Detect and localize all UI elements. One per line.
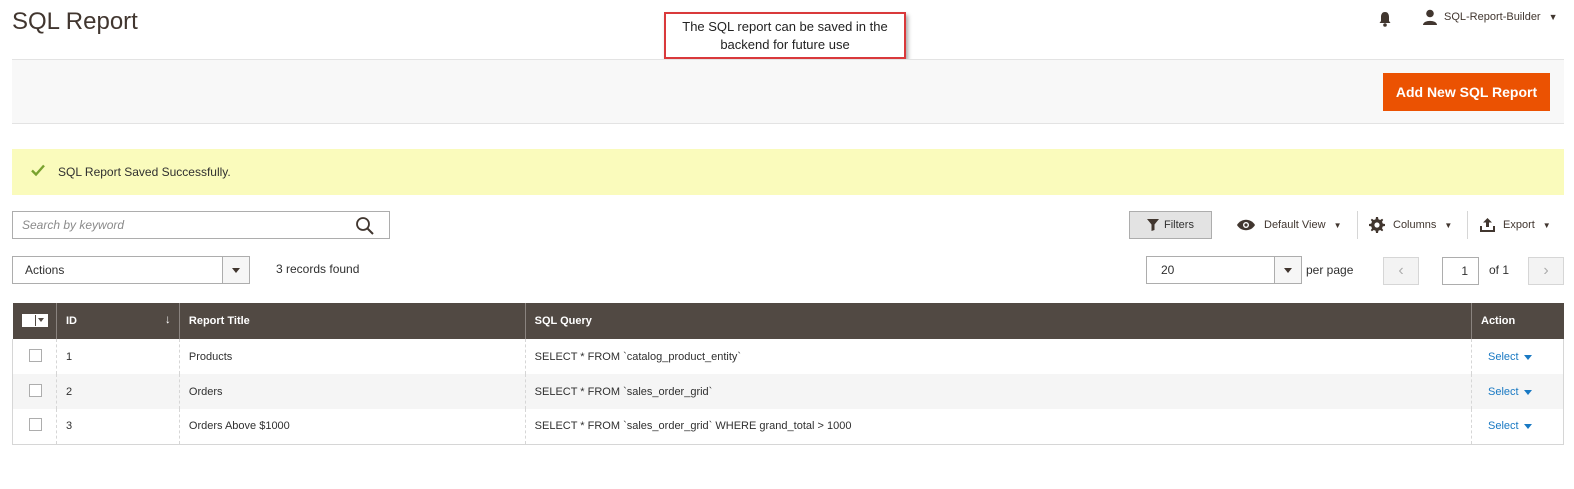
row-action-select[interactable]: Select [1488, 351, 1532, 363]
row-checkbox[interactable] [29, 418, 42, 432]
column-header-sql-query[interactable]: SQL Query [524, 303, 1472, 339]
filters-button[interactable]: Filters [1129, 211, 1212, 239]
cell-action: Select [1471, 374, 1564, 409]
cell-report-title: Orders [178, 374, 526, 409]
row-checkbox[interactable] [29, 383, 42, 397]
sql-report-grid: ID ↓ Report Title SQL Query Action 1 Pro… [12, 303, 1564, 445]
chevron-down-icon [222, 257, 249, 283]
gear-icon [1369, 217, 1385, 233]
row-checkbox[interactable] [29, 348, 42, 362]
export-dropdown[interactable]: Export ▼ [1480, 211, 1551, 239]
page-title: SQL Report [12, 8, 138, 35]
table-row: 3 Orders Above $1000 SELECT * FROM `sale… [12, 409, 1564, 444]
filter-icon [1147, 219, 1160, 231]
export-label: Export [1503, 219, 1535, 231]
records-count: 3 records found [276, 262, 360, 276]
row-checkbox-cell [12, 409, 57, 444]
columns-label: Columns [1393, 219, 1437, 231]
row-action-select[interactable]: Select [1488, 420, 1532, 432]
keyword-search [12, 211, 390, 239]
row-checkbox-cell [12, 339, 57, 374]
cell-report-title: Orders Above $1000 [178, 409, 526, 444]
grid-header-row: ID ↓ Report Title SQL Query Action [12, 303, 1564, 339]
cell-action: Select [1471, 339, 1564, 374]
checkmark-icon [31, 164, 45, 177]
export-icon [1480, 218, 1495, 232]
toolbar-divider [1467, 211, 1468, 239]
cell-sql-query: SELECT * FROM `sales_order_grid` WHERE g… [524, 409, 1472, 444]
cell-id: 3 [55, 409, 180, 444]
search-input[interactable] [13, 212, 343, 238]
column-header-action: Action [1471, 303, 1564, 339]
user-name: SQL-Report-Builder [1444, 11, 1541, 23]
mass-select-header[interactable] [12, 303, 57, 339]
cell-sql-query: SELECT * FROM `catalog_product_entity` [524, 339, 1472, 374]
chevron-down-icon [36, 315, 47, 326]
annotation-callout: The SQL report can be saved in the backe… [664, 12, 906, 59]
per-page-value: 20 [1161, 263, 1175, 277]
search-icon[interactable] [355, 216, 375, 236]
cell-report-title: Products [178, 339, 526, 374]
columns-dropdown[interactable]: Columns ▼ [1369, 211, 1452, 239]
sort-arrow-icon: ↓ [164, 312, 171, 326]
chevron-down-icon: ▼ [1444, 220, 1453, 230]
cell-sql-query: SELECT * FROM `sales_order_grid` [524, 374, 1472, 409]
chevron-down-icon: ▼ [1333, 220, 1342, 230]
next-page-button[interactable]: › [1528, 257, 1564, 285]
chevron-right-icon: › [1543, 262, 1549, 279]
user-account-menu[interactable]: SQL-Report-Builder ▼ [1422, 9, 1558, 25]
page-actions-bar: Add New SQL Report [12, 59, 1564, 124]
toolbar-divider [1357, 211, 1358, 239]
table-row: 1 Products SELECT * FROM `catalog_produc… [12, 339, 1564, 374]
add-new-sql-report-button[interactable]: Add New SQL Report [1383, 73, 1550, 111]
chevron-down-icon: ▼ [1548, 12, 1558, 22]
notification-bell-icon[interactable] [1378, 11, 1392, 27]
per-page-label: per page [1306, 263, 1354, 277]
select-all-checkbox[interactable] [22, 314, 36, 326]
total-pages: of 1 [1489, 263, 1510, 277]
message-text: SQL Report Saved Successfully. [58, 165, 231, 179]
chevron-down-icon [1523, 389, 1532, 395]
chevron-down-icon: ▼ [1542, 220, 1551, 230]
cell-id: 1 [55, 339, 180, 374]
current-page-input[interactable] [1442, 257, 1479, 285]
chevron-down-icon [1523, 424, 1532, 430]
user-icon [1423, 9, 1437, 25]
default-view-label: Default View [1264, 219, 1326, 231]
default-view-dropdown[interactable]: Default View ▼ [1236, 211, 1341, 239]
mass-select-dropdown[interactable] [21, 313, 48, 327]
row-checkbox-cell [12, 374, 57, 409]
table-row: 2 Orders SELECT * FROM `sales_order_grid… [12, 374, 1564, 409]
row-action-select[interactable]: Select [1488, 386, 1532, 398]
filters-label: Filters [1164, 219, 1194, 231]
success-message: SQL Report Saved Successfully. [12, 149, 1564, 195]
column-header-id[interactable]: ID ↓ [55, 303, 180, 339]
chevron-down-icon [1274, 257, 1301, 283]
chevron-down-icon [1523, 354, 1532, 360]
eye-icon [1237, 219, 1255, 231]
column-header-report-title[interactable]: Report Title [178, 303, 526, 339]
cell-action: Select [1471, 409, 1564, 444]
cell-id: 2 [55, 374, 180, 409]
chevron-left-icon: ‹ [1398, 262, 1404, 279]
previous-page-button[interactable]: ‹ [1383, 257, 1419, 285]
per-page-select[interactable]: 20 [1146, 256, 1302, 284]
mass-actions-select[interactable]: Actions [12, 256, 250, 284]
actions-select-value: Actions [25, 263, 65, 277]
